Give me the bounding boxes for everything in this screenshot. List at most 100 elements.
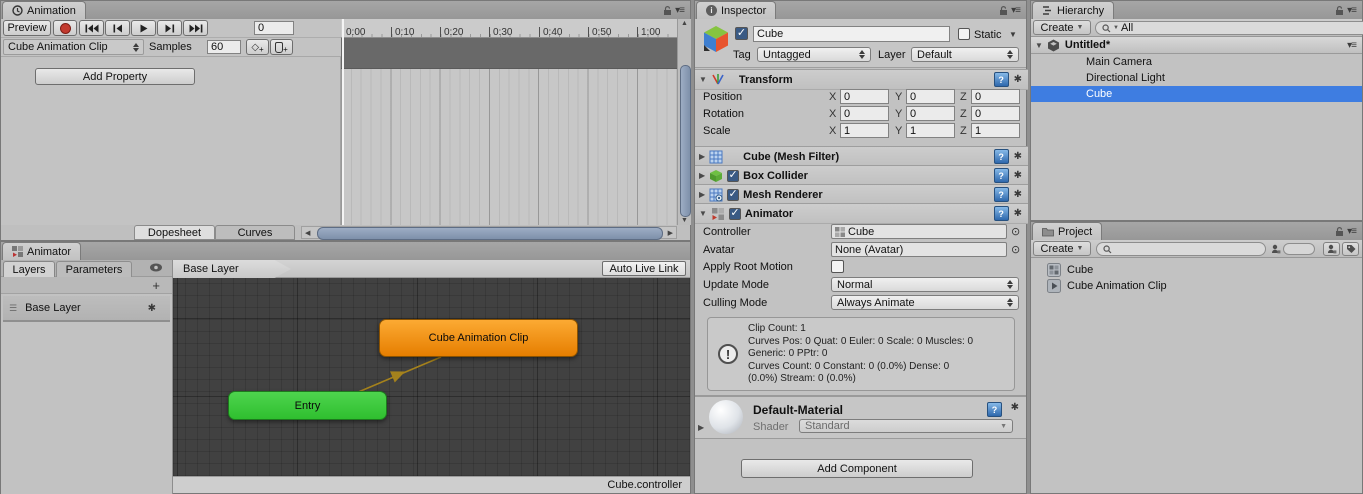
help-icon[interactable]: ? xyxy=(994,149,1009,164)
foldout-icon[interactable]: ▶ xyxy=(699,190,705,199)
tab-project[interactable]: Project xyxy=(1032,222,1102,240)
gear-icon[interactable]: ✱ xyxy=(1014,151,1022,162)
prev-key-button[interactable] xyxy=(105,20,130,36)
help-icon[interactable]: ? xyxy=(994,72,1009,87)
breadcrumb-base-layer[interactable]: Base Layer xyxy=(173,260,291,278)
state-machine-graph[interactable]: Cube Animation Clip Entry xyxy=(173,278,690,476)
project-item-cube-controller[interactable]: Cube xyxy=(1031,262,1362,278)
gameobject-name-field[interactable]: Cube xyxy=(753,26,950,42)
layer-settings-gear-icon[interactable]: ✱ xyxy=(148,303,156,314)
hierarchy-search-field[interactable]: ▼ All xyxy=(1095,21,1363,35)
vscroll-thumb[interactable] xyxy=(680,65,691,217)
preview-button[interactable]: Preview xyxy=(3,20,51,36)
rotation-x-field[interactable]: 0 xyxy=(840,106,889,121)
gear-icon[interactable]: ✱ xyxy=(1011,402,1019,413)
tab-hierarchy[interactable]: Hierarchy xyxy=(1032,1,1114,19)
mesh-filter-header[interactable]: ▶ Cube (Mesh Filter) ? ✱ xyxy=(695,146,1028,167)
project-item-cube-animation-clip[interactable]: Cube Animation Clip xyxy=(1031,278,1362,294)
add-keyframe-button[interactable]: ◇+ xyxy=(246,39,269,55)
tab-parameters[interactable]: Parameters xyxy=(56,261,132,277)
record-button[interactable] xyxy=(53,20,77,36)
inspector-window-controls[interactable]: ▾≡ xyxy=(999,5,1020,16)
static-checkbox[interactable] xyxy=(958,28,970,40)
panel-menu-icon[interactable]: ▾≡ xyxy=(1347,5,1356,16)
rotation-z-field[interactable]: 0 xyxy=(971,106,1020,121)
scroll-right-icon[interactable]: ▶ xyxy=(668,229,673,237)
scale-z-field[interactable]: 1 xyxy=(971,123,1020,138)
object-picker-icon[interactable]: ⊙ xyxy=(1011,243,1020,256)
avatar-object-field[interactable]: None (Avatar) xyxy=(831,242,1007,257)
foldout-icon[interactable]: ▼ xyxy=(1035,41,1043,50)
help-icon[interactable]: ? xyxy=(987,402,1002,417)
scale-y-field[interactable]: 1 xyxy=(906,123,955,138)
auto-live-link-button[interactable]: Auto Live Link xyxy=(602,261,686,276)
panel-menu-icon[interactable]: ▾≡ xyxy=(675,5,684,16)
culling-mode-dropdown[interactable]: Always Animate xyxy=(831,295,1019,310)
animator-component-header[interactable]: ▼ ✓ Animator ? ✱ xyxy=(695,203,1028,224)
add-property-button[interactable]: Add Property xyxy=(35,68,195,85)
tab-animation[interactable]: Animation xyxy=(2,1,86,19)
timeline-ruler[interactable]: 0:00 0:10 0:20 0:30 0:40 0:50 1:00 xyxy=(341,19,677,38)
scroll-left-icon[interactable]: ◀ xyxy=(305,229,310,237)
search-by-label-button[interactable] xyxy=(1342,242,1359,256)
scroll-down-icon[interactable]: ▼ xyxy=(681,217,688,224)
add-event-button[interactable]: + xyxy=(270,39,293,55)
entry-node[interactable]: Entry xyxy=(228,391,387,420)
state-node-cube-animation-clip[interactable]: Cube Animation Clip xyxy=(379,319,578,357)
timeline-hscrollbar[interactable]: ◀ ▶ xyxy=(301,226,677,239)
eye-icon[interactable] xyxy=(149,262,163,273)
play-button[interactable] xyxy=(131,20,156,36)
help-icon[interactable]: ? xyxy=(994,206,1009,221)
next-key-button[interactable] xyxy=(157,20,182,36)
hierarchy-item-directional-light[interactable]: Directional Light xyxy=(1031,70,1362,86)
box-collider-checkbox[interactable]: ✓ xyxy=(727,170,739,182)
position-y-field[interactable]: 0 xyxy=(906,89,955,104)
lock-icon[interactable] xyxy=(1335,227,1344,237)
lock-icon[interactable] xyxy=(999,6,1008,16)
update-mode-dropdown[interactable]: Normal xyxy=(831,277,1019,292)
column-slider[interactable] xyxy=(1283,243,1315,255)
foldout-icon[interactable]: ▼ xyxy=(699,209,707,218)
scale-x-field[interactable]: 1 xyxy=(840,123,889,138)
animation-window-controls[interactable]: ▾≡ xyxy=(663,5,684,16)
hierarchy-item-cube[interactable]: Cube xyxy=(1031,86,1362,102)
add-layer-button[interactable]: + xyxy=(152,278,160,293)
foldout-icon[interactable]: ▶ xyxy=(698,423,704,432)
goto-end-button[interactable] xyxy=(183,20,208,36)
hscroll-thumb[interactable] xyxy=(317,227,663,240)
controller-object-field[interactable]: Cube xyxy=(831,224,1007,239)
playhead[interactable] xyxy=(342,19,344,225)
search-by-type-control[interactable] xyxy=(1271,242,1319,256)
foldout-icon[interactable]: ▼ xyxy=(699,75,707,84)
dopesheet-grid[interactable] xyxy=(341,69,677,225)
position-x-field[interactable]: 0 xyxy=(840,89,889,104)
mesh-renderer-header[interactable]: ▶ ✓ Mesh Renderer ? ✱ xyxy=(695,184,1028,205)
active-checkbox[interactable]: ✓ xyxy=(735,27,748,40)
frame-field[interactable]: 0 xyxy=(254,21,294,35)
lock-icon[interactable] xyxy=(663,6,672,16)
position-z-field[interactable]: 0 xyxy=(971,89,1020,104)
scroll-up-icon[interactable]: ▲ xyxy=(681,20,688,27)
project-window-controls[interactable]: ▾≡ xyxy=(1335,226,1356,237)
gear-icon[interactable]: ✱ xyxy=(1014,74,1022,85)
tab-dopesheet[interactable]: Dopesheet xyxy=(134,225,215,240)
tag-dropdown[interactable]: Untagged xyxy=(757,47,871,62)
help-icon[interactable]: ? xyxy=(994,168,1009,183)
panel-menu-icon[interactable]: ▾≡ xyxy=(1011,5,1020,16)
layer-item-base-layer[interactable]: ☰ Base Layer ✱ xyxy=(3,296,170,322)
hierarchy-create-button[interactable]: Create ▼ xyxy=(1033,20,1091,35)
static-dropdown-icon[interactable]: ▼ xyxy=(1009,30,1017,39)
animator-checkbox[interactable]: ✓ xyxy=(729,208,741,220)
hierarchy-window-controls[interactable]: ▾≡ xyxy=(1335,5,1356,16)
box-collider-header[interactable]: ▶ ✓ Box Collider ? ✱ xyxy=(695,165,1028,186)
tab-curves[interactable]: Curves xyxy=(215,225,295,240)
shader-dropdown[interactable]: Standard ▼ xyxy=(799,419,1013,433)
gear-icon[interactable]: ✱ xyxy=(1014,170,1022,181)
foldout-icon[interactable]: ▶ xyxy=(699,171,705,180)
scene-menu-icon[interactable]: ▾≡ xyxy=(1347,40,1356,51)
transform-header[interactable]: ▼ Transform ? ✱ xyxy=(695,69,1028,90)
hierarchy-item-main-camera[interactable]: Main Camera xyxy=(1031,54,1362,70)
gear-icon[interactable]: ✱ xyxy=(1014,189,1022,200)
rotation-y-field[interactable]: 0 xyxy=(906,106,955,121)
mesh-renderer-checkbox[interactable]: ✓ xyxy=(727,189,739,201)
